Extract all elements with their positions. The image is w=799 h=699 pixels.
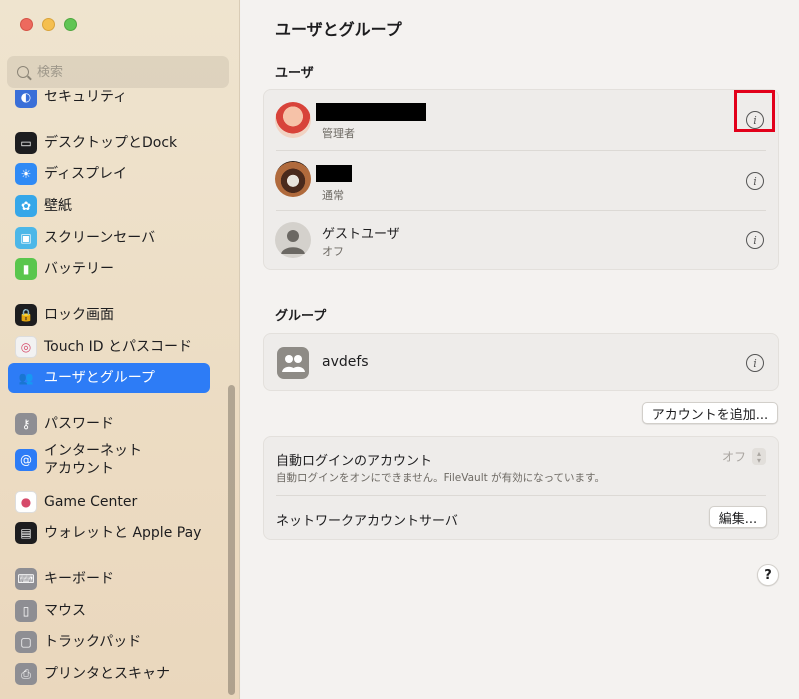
- wallpaper-icon: ✿: [15, 195, 37, 217]
- sidebar-item-key[interactable]: ⚷ パスワード: [8, 409, 210, 439]
- keyboard-icon: ⌨: [15, 568, 37, 590]
- user-row-guest[interactable]: ゲストユーザ オフ i: [264, 210, 778, 270]
- user-role: 管理者: [322, 127, 355, 140]
- printer-icon: ⎙: [15, 663, 37, 685]
- sidebar-item-label: ユーザとグループ: [44, 370, 155, 386]
- sidebar-item-users[interactable]: 👥 ユーザとグループ: [8, 363, 210, 393]
- sidebar-item-security[interactable]: ◐ セキュリティ: [8, 90, 210, 112]
- key-icon: ⚷: [15, 413, 37, 435]
- info-icon[interactable]: i: [746, 172, 764, 190]
- highlight-box: [734, 90, 775, 132]
- groups-heading: グループ: [275, 309, 327, 324]
- sidebar-item-label: マウス: [44, 603, 86, 619]
- sidebar-item-fingerprint[interactable]: ◎ Touch ID とパスコード: [8, 332, 210, 362]
- wallet-icon: ▤: [15, 522, 37, 544]
- minimize-window-button[interactable]: [42, 18, 55, 31]
- user-role: 通常: [322, 189, 344, 202]
- users-icon: 👥: [18, 371, 34, 385]
- info-icon[interactable]: i: [746, 231, 764, 249]
- zoom-window-button[interactable]: [64, 18, 77, 31]
- sidebar-item-label: トラックパッド: [44, 634, 142, 650]
- sidebar-item-label: Touch ID とパスコード: [44, 339, 192, 355]
- sidebar-item-keyboard[interactable]: ⌨ キーボード: [8, 564, 210, 594]
- chevron-up-down-icon: ▴ ▾: [752, 448, 766, 465]
- group-name: avdefs: [322, 354, 369, 370]
- sidebar-item-label: パスワード: [44, 416, 114, 432]
- sidebar-item-label: プリンタとスキャナ: [44, 666, 170, 682]
- sidebar-item-label: ディスプレイ: [44, 166, 128, 182]
- search-input[interactable]: [37, 64, 207, 80]
- user-name: ゲストユーザ: [322, 227, 400, 242]
- network-server-title: ネットワークアカウントサーバ: [276, 514, 458, 529]
- trackpad-icon: ▢: [15, 631, 37, 653]
- info-icon[interactable]: i: [746, 354, 764, 372]
- sidebar-list: ◐ セキュリティ ▭ デスクトップとDock ☀ ディスプレイ ✿ 壁紙 ▣ スクリーンセーバ ▮ バ…: [0, 90, 226, 699]
- add-account-button[interactable]: アカウントを追加...: [642, 402, 778, 424]
- groups-card: avdefs i: [263, 333, 779, 391]
- avatar: [275, 161, 311, 197]
- person-icon: [281, 230, 305, 254]
- sidebar-item-label: スクリーンセーバ: [44, 230, 156, 246]
- sidebar: ◐ セキュリティ ▭ デスクトップとDock ☀ ディスプレイ ✿ 壁紙 ▣ スクリーンセーバ ▮ バ…: [0, 0, 240, 699]
- sidebar-item-mouse[interactable]: ▯ マウス: [8, 596, 210, 626]
- display-icon: ☀: [15, 163, 37, 185]
- search-field[interactable]: [7, 56, 229, 88]
- redacted-name: [316, 103, 426, 121]
- search-icon: [17, 66, 29, 78]
- sidebar-item-label: Game Center: [44, 494, 138, 510]
- sidebar-item-label: デスクトップとDock: [44, 135, 178, 151]
- users-heading: ユーザ: [275, 66, 314, 81]
- login-options-card: 自動ログインのアカウント 自動ログインをオンにできません。FileVault が…: [263, 436, 779, 540]
- sidebar-item-dock[interactable]: ▭ デスクトップとDock: [8, 128, 210, 158]
- auto-login-note: 自動ログインをオンにできません。FileVault が有効になっています。: [276, 472, 606, 484]
- close-window-button[interactable]: [20, 18, 33, 31]
- window-controls: [20, 18, 77, 31]
- fingerprint-icon: ◎: [15, 336, 37, 358]
- auto-login-title: 自動ログインのアカウント: [276, 454, 433, 469]
- sidebar-item-label: バッテリー: [44, 261, 114, 277]
- sidebar-item-label: セキュリティ: [44, 90, 128, 105]
- sidebar-item-at[interactable]: @ インターネット アカウント: [8, 440, 210, 480]
- auto-login-value: オフ: [721, 450, 746, 464]
- sidebar-item-display[interactable]: ☀ ディスプレイ: [8, 159, 210, 189]
- users-card: 管理者 i 通常 i ゲストユーザ オフ i: [263, 89, 779, 270]
- group-row[interactable]: avdefs i: [264, 334, 778, 392]
- screensaver-icon: ▣: [15, 227, 37, 249]
- dock-icon: ▭: [15, 132, 37, 154]
- sidebar-item-label: 壁紙: [44, 198, 72, 214]
- sidebar-item-lock[interactable]: 🔒 ロック画面: [8, 300, 210, 330]
- sidebar-item-game-center[interactable]: ● Game Center: [8, 487, 210, 517]
- sidebar-item-label: ウォレットと Apple Pay: [44, 525, 202, 541]
- group-avatar: [277, 347, 309, 379]
- auto-login-select[interactable]: オフ ▴ ▾: [722, 448, 766, 465]
- edit-button[interactable]: 編集...: [709, 506, 767, 528]
- user-row[interactable]: 管理者 i: [264, 90, 778, 150]
- sidebar-item-label: キーボード: [44, 571, 114, 587]
- battery-icon: ▮: [15, 258, 37, 280]
- redacted-name: [316, 165, 352, 182]
- security-icon: ◐: [15, 90, 37, 108]
- user-row[interactable]: 通常 i: [264, 150, 778, 210]
- group-icon: [282, 355, 305, 372]
- sidebar-item-printer[interactable]: ⎙ プリンタとスキャナ: [8, 659, 210, 689]
- divider: [276, 495, 766, 496]
- mouse-icon: ▯: [15, 600, 37, 622]
- avatar: [275, 222, 311, 258]
- sidebar-item-trackpad[interactable]: ▢ トラックパッド: [8, 627, 210, 657]
- avatar: [275, 102, 311, 138]
- main-pane: ユーザとグループ ユーザ 管理者 i 通常 i ゲストユーザ オフ i グループ…: [241, 0, 799, 699]
- sidebar-item-wallet[interactable]: ▤ ウォレットと Apple Pay: [8, 518, 210, 548]
- at-icon: @: [15, 449, 37, 471]
- sidebar-item-wallpaper[interactable]: ✿ 壁紙: [8, 191, 210, 221]
- lock-icon: 🔒: [15, 304, 37, 326]
- sidebar-item-label: ロック画面: [44, 307, 114, 323]
- sidebar-item-screensaver[interactable]: ▣ スクリーンセーバ: [8, 223, 210, 253]
- user-role: オフ: [322, 245, 344, 258]
- sidebar-scrollbar[interactable]: [228, 385, 235, 695]
- game-center-icon: ●: [15, 491, 37, 513]
- sidebar-item-battery[interactable]: ▮ バッテリー: [8, 254, 210, 284]
- sidebar-item-label: インターネット アカウント: [44, 443, 142, 477]
- help-button[interactable]: ?: [757, 564, 779, 586]
- page-title: ユーザとグループ: [275, 20, 402, 39]
